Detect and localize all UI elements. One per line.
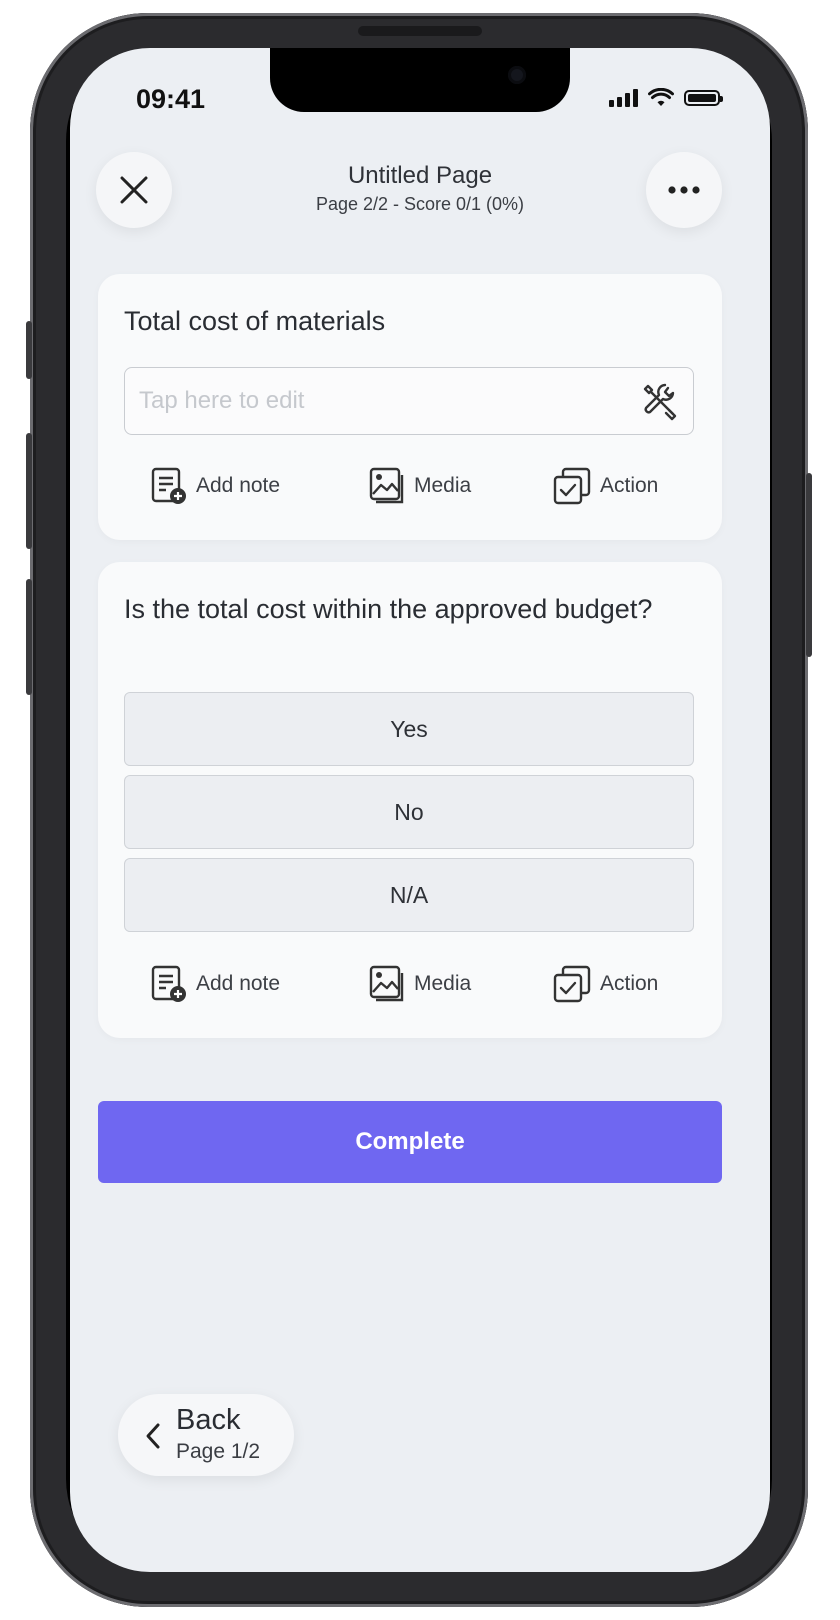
back-page-label: Page 1/2: [176, 1440, 261, 1463]
page-title: Untitled Page: [347, 162, 493, 189]
option-no-button[interactable]: No: [124, 775, 694, 849]
media-label: Media: [414, 474, 472, 497]
wifi-icon: [648, 88, 674, 106]
add-note-button[interactable]: Add note: [150, 466, 280, 506]
action-button[interactable]: Action: [552, 466, 658, 506]
add-note-button[interactable]: Add note: [150, 964, 280, 1004]
add-note-label: Add note: [196, 972, 281, 995]
media-button[interactable]: Media: [368, 964, 471, 1004]
app-screen: 09:41 Untitled Page Page 2/2 - Score 0/1…: [70, 48, 770, 1572]
complete-button[interactable]: Complete: [98, 1101, 722, 1183]
back-label: Back: [176, 1404, 241, 1436]
option-na-button[interactable]: N/A: [124, 858, 694, 932]
mute-switch: [26, 321, 32, 379]
add-note-icon: [151, 467, 186, 504]
question-title: Is the total cost within the approved bu…: [124, 594, 653, 624]
tools-icon[interactable]: [639, 380, 681, 422]
question-actions: Add note Media Action: [124, 964, 694, 1008]
volume-down-button: [26, 579, 32, 695]
media-icon: [369, 965, 404, 1002]
add-note-icon: [151, 965, 186, 1002]
front-camera: [508, 66, 526, 84]
question-card-total-cost: Total cost of materials A: [98, 274, 722, 540]
add-note-label: Add note: [196, 474, 281, 497]
cost-input-field[interactable]: [124, 367, 694, 435]
back-button[interactable]: Back Page 1/2: [118, 1394, 294, 1476]
close-button[interactable]: [96, 152, 172, 228]
question-actions: Add note Media Action: [124, 466, 694, 510]
status-icons: [609, 88, 723, 108]
action-label: Action: [600, 972, 659, 995]
option-yes-button[interactable]: Yes: [124, 692, 694, 766]
battery-icon: [684, 90, 723, 106]
media-icon: [369, 467, 404, 504]
more-options-button[interactable]: [646, 152, 722, 228]
cost-input[interactable]: [137, 382, 621, 420]
notch: [270, 48, 570, 112]
action-icon: [553, 467, 591, 505]
media-button[interactable]: Media: [368, 466, 471, 506]
close-icon: [120, 176, 148, 204]
action-icon: [553, 965, 591, 1003]
earpiece-speaker: [358, 26, 482, 36]
volume-up-button: [26, 433, 32, 549]
power-button: [806, 473, 812, 657]
action-label: Action: [600, 474, 659, 497]
page-score-subtitle: Page 2/2 - Score 0/1 (0%): [315, 194, 525, 214]
cellular-signal-icon: [609, 89, 638, 107]
question-card-budget: Is the total cost within the approved bu…: [98, 562, 722, 1038]
status-time: 09:41: [136, 84, 206, 114]
question-title: Total cost of materials: [124, 306, 386, 336]
action-button[interactable]: Action: [552, 964, 658, 1004]
more-horizontal-icon: [668, 186, 700, 194]
chevron-left-icon: [146, 1423, 160, 1449]
media-label: Media: [414, 972, 472, 995]
